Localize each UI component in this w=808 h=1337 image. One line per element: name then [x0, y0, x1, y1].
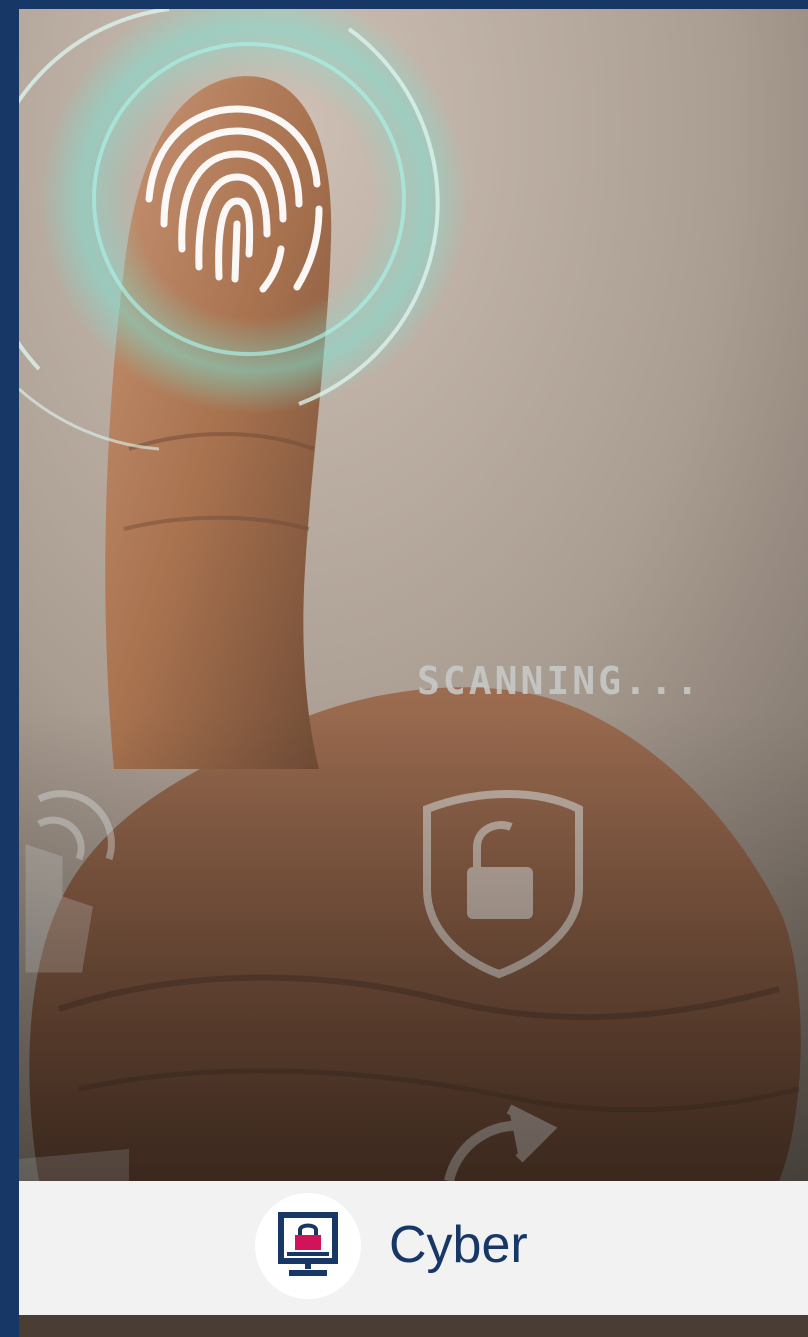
category-badge: [255, 1193, 361, 1299]
category-footer[interactable]: Cyber: [19, 1181, 808, 1315]
monitor-lock-icon: [278, 1212, 338, 1276]
scanning-label: SCANNING...: [417, 659, 702, 703]
category-card[interactable]: SCANNING... Cyber: [19, 9, 808, 1337]
hero-image: SCANNING...: [19, 9, 808, 1181]
bottom-strip: [19, 1315, 808, 1337]
category-label[interactable]: Cyber: [389, 1215, 528, 1275]
